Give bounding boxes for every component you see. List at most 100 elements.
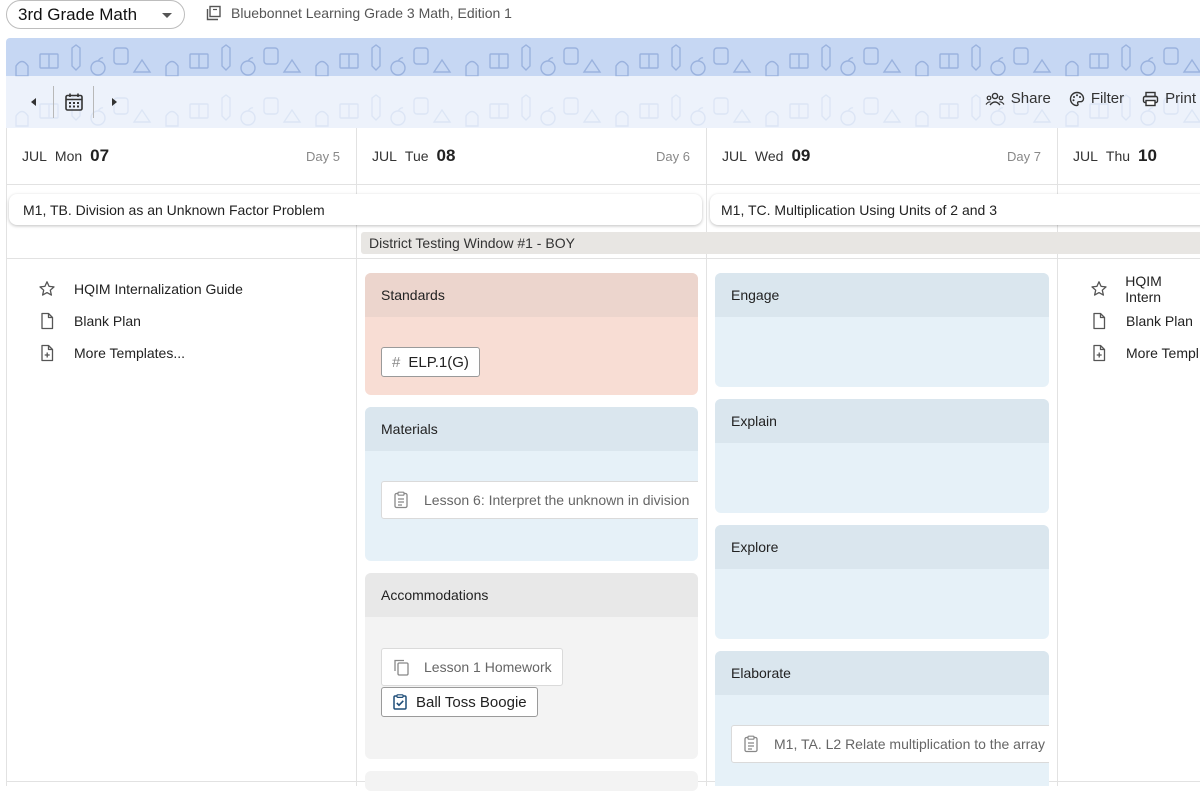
- template-more[interactable]: More Templates...: [38, 337, 243, 369]
- template-more[interactable]: More Templ: [1090, 337, 1200, 369]
- calendar-icon: [65, 93, 83, 111]
- event-bar[interactable]: District Testing Window #1 - BOY: [361, 232, 1200, 254]
- book-stack-icon: [206, 5, 221, 21]
- template-blank[interactable]: Blank Plan: [38, 305, 243, 337]
- accommodation-label: Ball Toss Boogie: [416, 693, 527, 711]
- day-number: 07: [90, 146, 110, 165]
- standard-chip[interactable]: # ELP.1(G): [381, 347, 480, 377]
- material-label: Lesson 6: Interpret the unknown in divis…: [424, 492, 690, 508]
- template-hqim[interactable]: HQIM Intern: [1090, 273, 1200, 305]
- calendar-toolbar: Share Filter Print: [6, 76, 1200, 128]
- add-document-icon: [1093, 344, 1106, 362]
- engage-card[interactable]: Engage: [715, 273, 1049, 387]
- caret-left-icon: [31, 98, 36, 106]
- explain-card[interactable]: Explain: [715, 399, 1049, 513]
- people-icon: [985, 92, 1005, 105]
- template-blank[interactable]: Blank Plan: [1090, 305, 1200, 337]
- day-header: JUL Tue 08 Day 6: [357, 128, 706, 185]
- card-title: Engage: [731, 287, 780, 303]
- accommodation-item[interactable]: Lesson 1 Homework: [381, 648, 563, 686]
- day-weekday: Tue: [404, 148, 429, 164]
- card-title: Accommodations: [381, 587, 489, 603]
- card-title: Explore: [731, 539, 779, 555]
- template-label: HQIM Intern: [1125, 273, 1162, 305]
- card-header: Materials: [365, 407, 698, 451]
- card-header: Accommodations: [365, 573, 698, 617]
- template-label: Blank Plan: [1126, 313, 1193, 329]
- clipboard-icon: [394, 491, 408, 509]
- card-title: Materials: [381, 421, 438, 437]
- topic-bar[interactable]: M1, TB. Division as an Unknown Factor Pr…: [9, 194, 702, 225]
- clipboard-icon: [744, 735, 758, 753]
- caret-right-icon: [112, 98, 117, 106]
- materials-card[interactable]: Materials Lesson 6: Interpret the unknow…: [365, 407, 698, 561]
- accommodation-chip[interactable]: Ball Toss Boogie: [381, 687, 538, 717]
- card-title: Standards: [381, 287, 445, 303]
- day-header: JUL Mon 07 Day 5: [7, 128, 356, 185]
- day-number: 08: [436, 146, 456, 165]
- template-label: More Templ: [1126, 345, 1199, 361]
- day-weekday: Wed: [754, 148, 784, 164]
- book-title: Bluebonnet Learning Grade 3 Math, Editio…: [231, 5, 512, 21]
- calendar-picker-button[interactable]: [60, 88, 88, 116]
- card-header: Elaborate: [715, 651, 1049, 695]
- template-hqim[interactable]: HQIM Internalization Guide: [38, 273, 243, 305]
- printer-icon: [1142, 91, 1159, 106]
- template-label: More Templates...: [74, 345, 186, 361]
- course-select-label: 3rd Grade Math: [18, 4, 138, 24]
- day-weekday: Thu: [1105, 148, 1131, 164]
- toolbar-separator: [53, 86, 54, 118]
- palette-icon: [1069, 91, 1085, 106]
- next-week-button[interactable]: [100, 88, 128, 116]
- day-header: JUL Thu 10: [1058, 128, 1200, 185]
- day-month: JUL: [22, 148, 47, 164]
- day-weekday: Mon: [54, 148, 83, 164]
- day-month: JUL: [1073, 148, 1098, 164]
- print-button[interactable]: Print: [1142, 90, 1196, 107]
- event-label: District Testing Window #1 - BOY: [369, 235, 575, 251]
- day-number: 10: [1138, 146, 1157, 165]
- top-bar: 3rd Grade Math Bluebonnet Learning Grade…: [0, 0, 1200, 38]
- standards-card[interactable]: Standards # ELP.1(G): [365, 273, 698, 395]
- standard-code: ELP.1(G): [408, 353, 469, 371]
- material-item[interactable]: Lesson 6: Interpret the unknown in divis…: [381, 481, 698, 519]
- day-index: Day 7: [1007, 148, 1041, 164]
- print-label: Print: [1165, 90, 1196, 107]
- checklist-icon: [393, 694, 407, 710]
- day-column-mon: JUL Mon 07 Day 5: [6, 128, 356, 786]
- elaborate-label: M1, TA. L2 Relate multiplication to the …: [774, 736, 1046, 752]
- card-header: Engage: [715, 273, 1049, 317]
- explore-card[interactable]: Explore: [715, 525, 1049, 639]
- star-icon: [39, 281, 55, 296]
- chevron-down-icon: [162, 13, 172, 18]
- template-label: Blank Plan: [74, 313, 141, 329]
- day-index: Day 5: [306, 148, 340, 164]
- header-divider: [6, 258, 1200, 259]
- course-select[interactable]: 3rd Grade Math: [6, 0, 185, 29]
- card-header: Explore: [715, 525, 1049, 569]
- template-list-thu: HQIM Intern Blank Plan More Templ: [1090, 273, 1200, 369]
- elaborate-item[interactable]: M1, TA. L2 Relate multiplication to the …: [731, 725, 1049, 763]
- accommodations-card[interactable]: Accommodations Lesson 1 Homework Ball To…: [365, 573, 698, 759]
- document-icon: [1093, 312, 1106, 330]
- topic-bar[interactable]: M1, TC. Multiplication Using Units of 2 …: [710, 194, 1200, 225]
- card-header: Explain: [715, 399, 1049, 443]
- toolbar-actions: Share Filter Print: [985, 90, 1196, 107]
- hash-icon: #: [392, 353, 401, 371]
- book-link[interactable]: Bluebonnet Learning Grade 3 Math, Editio…: [206, 5, 512, 21]
- day-month: JUL: [372, 148, 397, 164]
- day-column-thu: JUL Thu 10: [1057, 128, 1200, 786]
- filter-label: Filter: [1090, 90, 1125, 107]
- next-card-partial: [365, 771, 698, 791]
- day-number: 09: [791, 146, 811, 165]
- day-month: JUL: [722, 148, 747, 164]
- card-title: Explain: [731, 413, 777, 429]
- share-button[interactable]: Share: [985, 90, 1051, 107]
- prev-week-button[interactable]: [20, 88, 48, 116]
- template-list-mon: HQIM Internalization Guide Blank Plan Mo…: [38, 273, 243, 369]
- copy-icon: [394, 659, 409, 676]
- card-title: Elaborate: [731, 665, 791, 681]
- card-header: Standards: [365, 273, 698, 317]
- filter-button[interactable]: Filter: [1069, 90, 1124, 107]
- elaborate-card[interactable]: Elaborate M1, TA. L2 Relate multiplicati…: [715, 651, 1049, 786]
